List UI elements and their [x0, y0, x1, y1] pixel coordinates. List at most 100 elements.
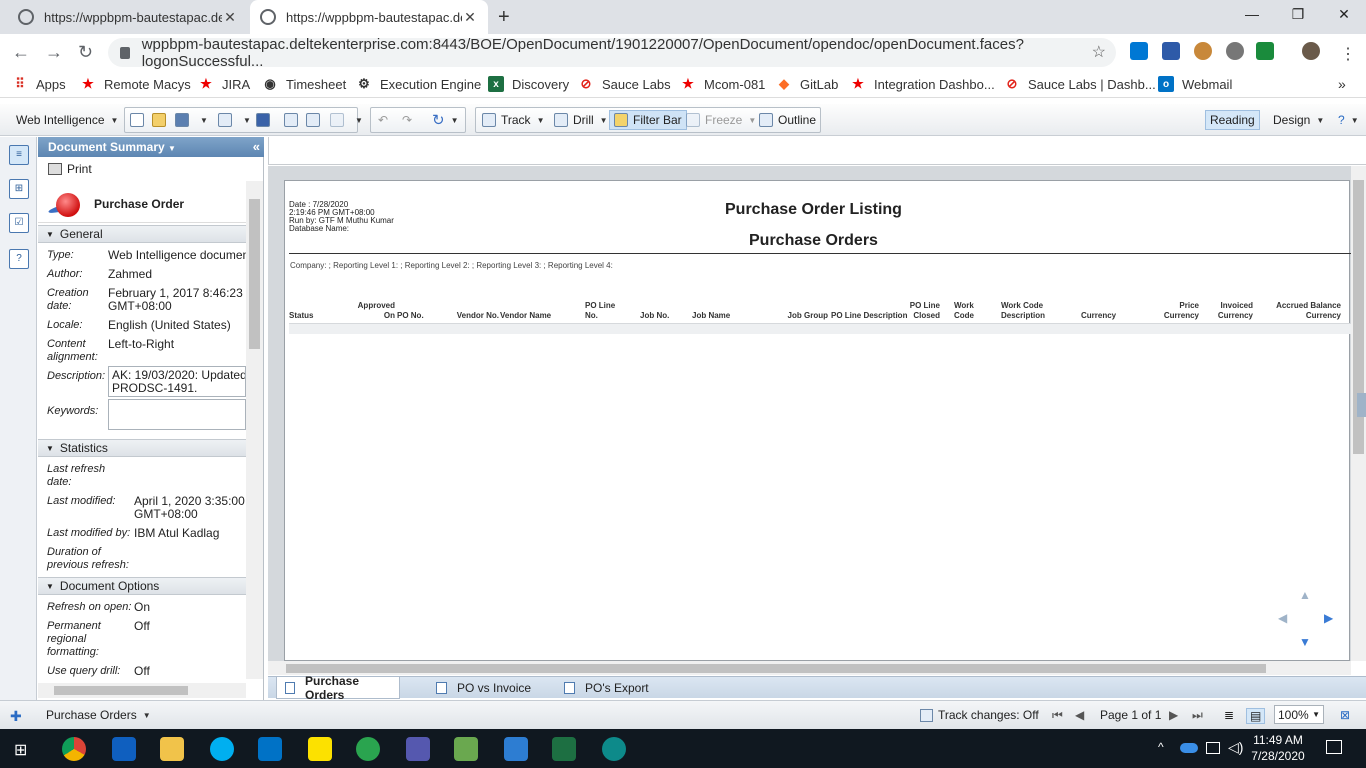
undo-icon[interactable]: ↶ [378, 110, 388, 130]
last-page-icon[interactable]: ⏭ [1192, 708, 1203, 723]
extension-icon[interactable] [1226, 42, 1244, 60]
address-bar[interactable]: wppbpm-bautestapac.deltekenterprise.com:… [108, 36, 1116, 70]
drill-button[interactable]: Drill ▼ [554, 110, 608, 130]
freeze-button[interactable]: Freeze ▼ [686, 110, 756, 130]
bookmark-integration-dashboard[interactable]: ★ Integration Dashbo... [850, 76, 995, 92]
file-explorer-icon[interactable] [160, 737, 184, 761]
web-intelligence-menu[interactable]: Web Intelligence ▼ [16, 110, 118, 130]
excel-taskbar-icon[interactable] [552, 737, 576, 761]
onedrive-icon[interactable] [1180, 743, 1198, 753]
skype-icon[interactable] [210, 737, 234, 761]
pan-left-icon[interactable]: ◀ [1278, 611, 1287, 625]
mail-icon[interactable]: ▼ [330, 110, 363, 130]
expand-panel-icon[interactable] [1357, 393, 1366, 417]
bookmark-apps[interactable]: ⠿ Apps [12, 76, 65, 92]
reading-mode-button[interactable]: Reading [1205, 110, 1260, 130]
bookmark-timesheet[interactable]: ◉ Timesheet [262, 76, 346, 92]
page-indicator[interactable]: Page 1 of 1 [1100, 708, 1161, 722]
taskbar-clock[interactable]: 11:49 AM 7/28/2020 [1246, 732, 1310, 764]
redo-icon[interactable]: ↷ [402, 110, 412, 130]
column-header[interactable]: PO Line No. [585, 301, 625, 321]
open-folder-icon[interactable] [152, 110, 171, 130]
first-page-icon[interactable]: ⏮ [1052, 708, 1063, 723]
column-header[interactable]: Vendor Name [500, 301, 560, 321]
refresh-icon[interactable]: ↻ ▼ [432, 110, 459, 130]
save-icon[interactable]: ▼ [175, 110, 208, 130]
column-header[interactable]: Vendor No. [435, 301, 499, 321]
app-taskbar-icon[interactable] [454, 737, 478, 761]
network-icon[interactable] [1206, 742, 1220, 754]
star-icon[interactable]: ☆ [1092, 42, 1106, 62]
sticky-notes-icon[interactable] [308, 737, 332, 761]
close-icon[interactable]: ✕ [462, 9, 478, 26]
scroll-thumb[interactable] [54, 686, 188, 695]
report-horizontal-scrollbar[interactable] [268, 661, 1351, 675]
scroll-thumb[interactable] [286, 664, 1266, 673]
zoom-select[interactable]: 100% ▼ [1274, 705, 1324, 724]
avatar[interactable] [1302, 42, 1320, 60]
panel-header[interactable]: Document Summary ▼ « [38, 137, 264, 157]
bookmark-mcom[interactable]: ★ Mcom-081 [680, 76, 765, 92]
zoom-slider-icon[interactable]: ⊠ [1340, 708, 1350, 722]
track-changes-status[interactable]: Track changes: Off [920, 708, 1039, 722]
edge-taskbar-icon[interactable] [112, 737, 136, 761]
scroll-thumb[interactable] [249, 199, 260, 349]
track-button[interactable]: Track ▼ [482, 110, 544, 130]
section-general[interactable]: ▼ General [38, 225, 246, 243]
app-taskbar-icon[interactable] [602, 737, 626, 761]
history-icon[interactable] [284, 110, 303, 130]
puzzle-icon[interactable]: ✚ [10, 708, 22, 725]
column-header[interactable]: Currency [1081, 301, 1121, 321]
keywords-field[interactable] [108, 399, 246, 430]
document-summary-icon[interactable]: ≡ [9, 145, 29, 165]
outlook-taskbar-icon[interactable] [258, 737, 282, 761]
column-header[interactable]: Work Code [954, 301, 984, 321]
column-header[interactable]: Price Currency [1145, 301, 1199, 321]
description-field[interactable]: AK: 19/03/2020: Updated as PRODSC-1491. [108, 366, 246, 397]
extension-icon[interactable] [1162, 42, 1180, 60]
new-tab-icon[interactable]: + [498, 6, 510, 29]
document-selector[interactable]: Purchase Orders ▼ [46, 708, 151, 722]
sheets-extension-icon[interactable] [1256, 42, 1274, 60]
minimize-icon[interactable]: — [1242, 6, 1262, 22]
design-mode-button[interactable]: Design ▼ [1273, 110, 1324, 130]
previous-page-icon[interactable]: ◀ [1075, 708, 1084, 722]
help-panel-icon[interactable]: ? [9, 249, 29, 269]
pan-down-icon[interactable]: ▼ [1299, 635, 1311, 649]
bookmark-execution-engine[interactable]: ⚙ Execution Engine [356, 76, 481, 92]
section-statistics[interactable]: ▼ Statistics [38, 439, 246, 457]
page-mode-icon[interactable]: ▤ [1246, 708, 1266, 724]
bookmark-gitlab[interactable]: ◆ GitLab [776, 76, 838, 92]
app-taskbar-icon[interactable] [504, 737, 528, 761]
new-document-icon[interactable] [130, 110, 149, 130]
windows-start-icon[interactable]: ⊞ [14, 740, 27, 760]
outline-button[interactable]: Outline [759, 110, 816, 130]
tab-po-vs-invoice[interactable]: PO vs Invoice [428, 677, 539, 699]
column-header[interactable]: Job No. [640, 301, 680, 321]
export-icon[interactable] [306, 110, 325, 130]
forward-icon[interactable]: → [45, 42, 63, 63]
tab-purchase-orders[interactable]: Purchase Orders [276, 674, 400, 702]
print-icon[interactable]: ▼ [218, 110, 251, 130]
column-header[interactable]: Job Name [692, 301, 752, 321]
windows-extension-icon[interactable] [1130, 42, 1148, 60]
bookmark-sauce-labs[interactable]: ⊘ Sauce Labs [578, 76, 671, 92]
help-icon[interactable]: ? ▼ [1338, 110, 1359, 130]
section-document-options[interactable]: ▼ Document Options [38, 577, 246, 595]
bookmark-discovery[interactable]: x Discovery [488, 76, 569, 92]
bookmarks-overflow-icon[interactable]: » [1338, 76, 1346, 92]
column-header[interactable]: Accrued Balance Currency [1255, 301, 1341, 321]
next-page-icon[interactable]: ▶ [1169, 708, 1178, 722]
volume-icon[interactable]: ◁) [1228, 739, 1243, 756]
panel-horizontal-scrollbar[interactable] [38, 683, 246, 698]
column-header[interactable]: PO No. [397, 301, 437, 321]
close-window-icon[interactable]: ✕ [1334, 6, 1354, 23]
find-icon[interactable] [256, 110, 275, 130]
reload-icon[interactable]: ↻ [78, 42, 93, 63]
browser-tab[interactable]: https://wppbpm-bautestapac.delt ✕ [8, 0, 248, 34]
column-header[interactable]: Approved On [345, 301, 395, 321]
column-header[interactable]: Work Code Description [1001, 301, 1071, 321]
cookie-extension-icon[interactable] [1194, 42, 1212, 60]
column-header[interactable]: PO Line Closed [895, 301, 940, 321]
close-icon[interactable]: ✕ [222, 9, 238, 26]
